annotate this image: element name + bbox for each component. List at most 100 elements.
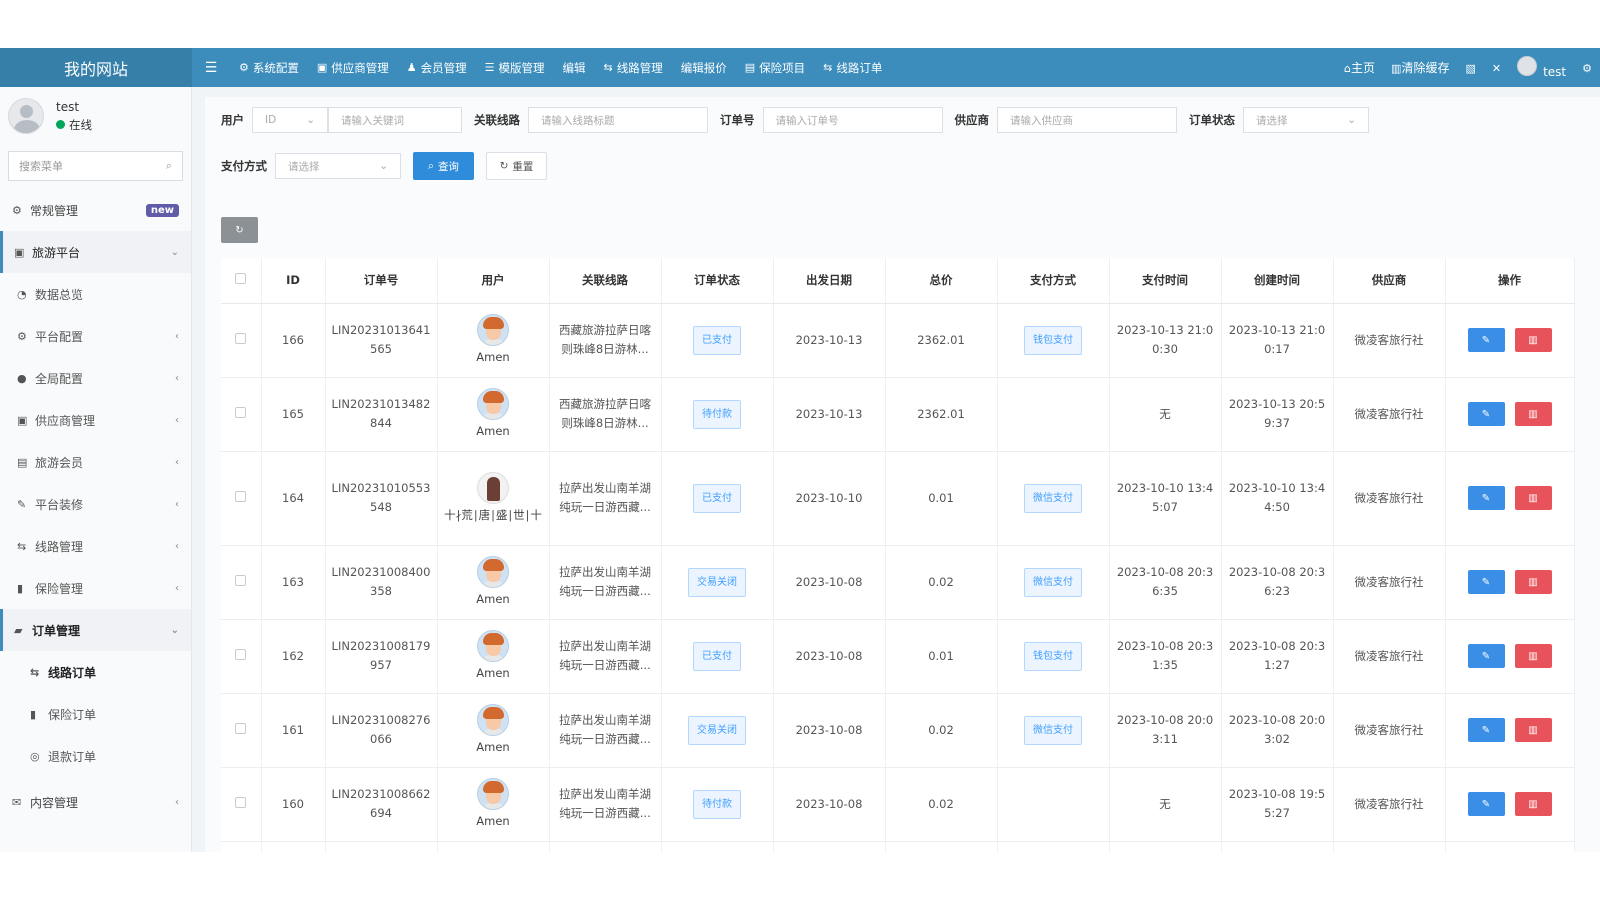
trash-icon: ▥ (1528, 334, 1538, 346)
home-link[interactable]: ⌂主页 (1336, 59, 1383, 76)
sidebar-item-3[interactable]: ⚙ 平台配置 ‹ (0, 315, 191, 357)
sidebar-item-6[interactable]: ▤ 旅游会员 ‹ (0, 441, 191, 483)
user-nickname: Amen (476, 813, 510, 828)
order-number-line: 957 (370, 658, 392, 672)
row-checkbox[interactable] (235, 722, 247, 734)
menu-search-input[interactable]: 搜索菜单 ⌕ (8, 151, 183, 181)
created-time-cell: 2023-10-10 13:4 4:50 (1221, 451, 1334, 546)
sidebar-item-8[interactable]: ⇆ 线路管理 ‹ (0, 525, 191, 567)
sidebar-item-13[interactable]: ◎ 退款订单 (0, 735, 191, 777)
delete-button[interactable]: ▥ (1514, 402, 1552, 426)
user-menu[interactable]: test (1509, 56, 1574, 79)
status-cell: 已支付 (661, 451, 774, 546)
total-price: 0.02 (885, 767, 998, 842)
order-number-line: 548 (370, 500, 392, 514)
row-checkbox[interactable] (235, 406, 247, 418)
topnav-item-5[interactable]: ⇆ 线路管理 (595, 48, 672, 87)
topnav-item-6[interactable]: 编辑报价 (672, 48, 736, 87)
topnav-item-4[interactable]: 编辑 (554, 48, 595, 87)
top-navbar: 我的网站 ☰ ⚙ 系统配置 ▣ 供应商管理 ♟ 会员管理 ☰ 模版管理 编辑 ⇆ 线路管理 编辑报价 ▤… (0, 48, 1600, 87)
total-price: 2362.01 (885, 303, 998, 378)
edit-button[interactable]: ✎ (1467, 644, 1505, 668)
sidebar-item-11[interactable]: ⇆ 线路订单 (0, 651, 191, 693)
avatar-hair (483, 390, 504, 403)
sidebar-item-9[interactable]: ▮ 保险管理 ‹ (0, 567, 191, 609)
route-title-input[interactable]: 请输入线路标题 (528, 107, 708, 133)
order-id: 163 (261, 545, 326, 620)
settings-gear-icon[interactable]: ⚙ (1574, 61, 1600, 75)
select-all-checkbox[interactable] (221, 258, 262, 304)
topnav-item-0[interactable]: ⚙ 系统配置 (230, 48, 308, 87)
total-price: 0.02 (885, 693, 998, 768)
route-title-line: 拉萨出发山南羊湖 (559, 713, 651, 727)
brand-logo[interactable]: 我的网站 (0, 48, 192, 87)
sidebar-item-7[interactable]: ✎ 平台装修 ‹ (0, 483, 191, 525)
reset-button[interactable]: ↻ 重置 (486, 152, 547, 180)
delete-button[interactable]: ▥ (1514, 644, 1552, 668)
delete-button[interactable]: ▥ (1514, 718, 1552, 742)
delete-button[interactable]: ▥ (1514, 486, 1552, 510)
topnav-item-8[interactable]: ⇆ 线路订单 (814, 48, 891, 87)
row-checkbox[interactable] (235, 490, 247, 502)
topnav-item-3[interactable]: ☰ 模版管理 (476, 48, 554, 87)
route-title-line: 拉萨出发山南羊湖 (559, 481, 651, 495)
created-time-line: 2023-10-10 13:4 (1228, 481, 1326, 495)
avatar (8, 98, 44, 134)
refresh-table-button[interactable]: ↻ (221, 217, 258, 243)
delete-button[interactable]: ▥ (1514, 570, 1552, 594)
edit-button[interactable]: ✎ (1467, 402, 1505, 426)
fullscreen-icon[interactable]: ✕ (1484, 61, 1509, 75)
search-icon[interactable]: ⌕ (166, 159, 172, 173)
created-time-line: 2023-10-08 19:5 (1228, 787, 1326, 801)
sidebar-item-5[interactable]: ▣ 供应商管理 ‹ (0, 399, 191, 441)
avatar-hair (483, 780, 504, 793)
row-checkbox[interactable] (235, 796, 247, 808)
order-status-select[interactable]: 请选择 ⌄ (1243, 107, 1369, 133)
home-label: 主页 (1351, 61, 1376, 75)
edit-button[interactable]: ✎ (1467, 486, 1505, 510)
avatar-shirt (482, 654, 505, 661)
sidebar-item-label: 数据总览 (35, 287, 84, 302)
language-icon[interactable]: ▧ (1457, 61, 1483, 75)
row-checkbox[interactable] (235, 332, 247, 344)
user-avatar-block: Amen (442, 313, 545, 367)
row-checkbox-cell (221, 545, 262, 620)
user-field-select[interactable]: ID ⌄ (252, 107, 328, 133)
sidebar-item-1[interactable]: ▣ 旅游平台 ⌄ (0, 231, 191, 273)
supplier-name: 微凌客旅行社 (1333, 619, 1446, 694)
status-badge: 交易关闭 (688, 715, 746, 745)
payment-method-badge: 钱包支付 (1024, 325, 1082, 355)
row-checkbox[interactable] (235, 648, 247, 660)
sidebar-item-2[interactable]: ◔ 数据总览 (0, 273, 191, 315)
topnav-item-2[interactable]: ♟ 会员管理 (398, 48, 476, 87)
topnav-item-7[interactable]: ▤ 保险项目 (736, 48, 814, 87)
operations-cell: ✎ ▥ (1445, 303, 1575, 378)
supplier-input[interactable]: 请输入供应商 (997, 107, 1177, 133)
sidebar-item-10[interactable]: ▰ 订单管理 ⌄ (0, 609, 191, 651)
user-keyword-input[interactable]: 请输入关键词 (328, 107, 462, 133)
sidebar-item-12[interactable]: ▮ 保险订单 (0, 693, 191, 735)
supplier-filter-label: 供应商 (954, 113, 990, 127)
sidebar-toggle-icon[interactable]: ☰ (192, 48, 230, 87)
edit-button[interactable]: ✎ (1467, 792, 1505, 816)
edit-button[interactable]: ✎ (1467, 328, 1505, 352)
query-button[interactable]: ⌕ 查询 (413, 152, 474, 180)
top-right-menu: ⌂主页 ▥清除缓存 ▧ ✕ test ⚙ (1336, 48, 1600, 87)
edit-button[interactable]: ✎ (1467, 718, 1505, 742)
sidebar-item-4[interactable]: ● 全局配置 ‹ (0, 357, 191, 399)
topnav-item-1[interactable]: ▣ 供应商管理 (308, 48, 398, 87)
delete-button[interactable]: ▥ (1514, 792, 1552, 816)
sidebar-item-14[interactable]: ✉ 内容管理 ‹ (0, 781, 191, 823)
filter-form: 用户 ID ⌄ 请输入关键词 关联线路 请输入线路标题 订单号 请输入订单号 供应… (221, 105, 1369, 197)
payment-method-select[interactable]: 请选择 ⌄ (275, 153, 401, 179)
dashboard-icon: ◔ (17, 287, 27, 301)
column-header: 订单号 (325, 258, 438, 304)
order-number-input[interactable]: 请输入订单号 (762, 107, 943, 133)
delete-button[interactable]: ▥ (1514, 328, 1552, 352)
table-cell (221, 841, 262, 852)
sidebar-item-label: 退款订单 (48, 749, 97, 764)
sidebar-item-0[interactable]: ⚙ 常规管理 new (0, 189, 191, 231)
row-checkbox[interactable] (235, 574, 247, 586)
clear-cache-button[interactable]: ▥清除缓存 (1383, 59, 1457, 76)
edit-button[interactable]: ✎ (1467, 570, 1505, 594)
